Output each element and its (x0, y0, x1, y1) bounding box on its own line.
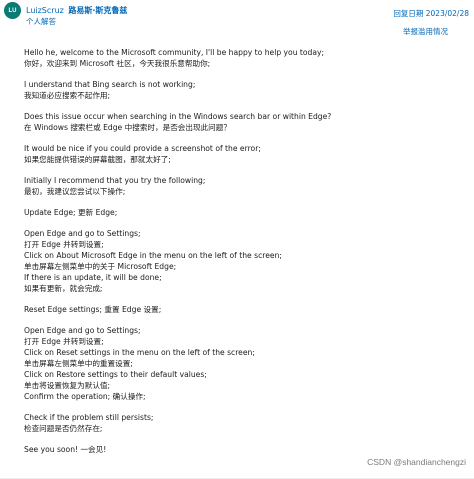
answer-line: 我知道必应搜索不起作用; (24, 91, 111, 100)
answer-paragraph: Check if the problem still persists; 检查问题… (24, 412, 464, 434)
answer-line: If there is an update, it will be done; (24, 273, 162, 282)
report-abuse-link[interactable]: 举报滥用情况 (403, 26, 448, 37)
answer-paragraph: Update Edge; 更新 Edge; (24, 207, 464, 218)
reply-date: 回复日期 2023/02/28 (393, 9, 469, 18)
user-avatar[interactable]: LU (4, 2, 21, 19)
avatar-initials: LU (8, 7, 17, 14)
answer-line: It would be nice if you could provide a … (24, 144, 261, 153)
user-name-line: LuizScruz 路易斯·斯克鲁兹 (26, 6, 127, 16)
answer-line: 单击将设置恢复为默认值; (24, 381, 111, 390)
answer-line: Click on About Microsoft Edge in the men… (24, 251, 282, 260)
answer-paragraph: Hello he, welcome to the Microsoft commu… (24, 47, 464, 69)
profile-link[interactable]: 个人解答 (26, 16, 56, 27)
answer-line: Reset Edge settings; 重置 Edge 设置; (24, 305, 162, 314)
answer-line: 最初，我建议您尝试以下操作; (24, 187, 126, 196)
answer-card: LU LuizScruz 路易斯·斯克鲁兹 个人解答 回复日期 2023/02/… (0, 0, 474, 479)
answer-paragraph: Initially I recommend that you try the f… (24, 175, 464, 197)
answer-line: I understand that Bing search is not wor… (24, 80, 196, 89)
answer-line: Hello he, welcome to the Microsoft commu… (24, 48, 325, 57)
answer-line: Check if the problem still persists; (24, 413, 154, 422)
answer-line: 在 Windows 搜索栏或 Edge 中搜索时，是否会出现此问题？ (24, 123, 231, 132)
answer-line: 检查问题是否仍然存在; (24, 424, 103, 433)
answer-line: 单击屏幕左侧菜单中的关于 Microsoft Edge; (24, 262, 177, 271)
answer-paragraph: Reset Edge settings; 重置 Edge 设置; (24, 304, 464, 315)
answer-line: 你好，欢迎来到 Microsoft 社区，今天我很乐意帮助你; (24, 59, 211, 68)
answer-line: Does this issue occur when searching in … (24, 112, 332, 121)
username-link[interactable]: LuizScruz (26, 6, 64, 15)
answer-paragraph: Open Edge and go to Settings; 打开 Edge 并转到… (24, 325, 464, 402)
answer-paragraph: See you soon! 一会见! (24, 444, 464, 455)
answer-line: Click on Reset settings in the menu on t… (24, 348, 255, 357)
answer-line: Update Edge; 更新 Edge; (24, 208, 118, 217)
answer-line: 如果您能提供错误的屏幕截图，那就太好了; (24, 155, 171, 164)
answer-line: 打开 Edge 并转到设置; (24, 240, 104, 249)
answer-line: Click on Restore settings to their defau… (24, 370, 207, 379)
user-role: 路易斯·斯克鲁兹 (68, 6, 128, 15)
answer-line: 单击屏幕左侧菜单中的重置设置; (24, 359, 133, 368)
answer-line: Open Edge and go to Settings; (24, 326, 141, 335)
answer-line: Confirm the operation; 确认操作; (24, 392, 146, 401)
answer-paragraph: Open Edge and go to Settings; 打开 Edge 并转到… (24, 228, 464, 294)
answer-line: Open Edge and go to Settings; (24, 229, 141, 238)
answer-paragraph: I understand that Bing search is not wor… (24, 79, 464, 101)
answer-paragraph: Does this issue occur when searching in … (24, 111, 464, 133)
watermark: CSDN @shandianchengzi (367, 457, 466, 467)
answer-paragraph: It would be nice if you could provide a … (24, 143, 464, 165)
answer-body: Hello he, welcome to the Microsoft commu… (24, 47, 464, 465)
answer-line: Initially I recommend that you try the f… (24, 176, 206, 185)
answer-line: 如果有更新，就会完成; (24, 284, 103, 293)
answer-line: See you soon! 一会见! (24, 445, 107, 454)
answer-line: 打开 Edge 并转到设置; (24, 337, 104, 346)
